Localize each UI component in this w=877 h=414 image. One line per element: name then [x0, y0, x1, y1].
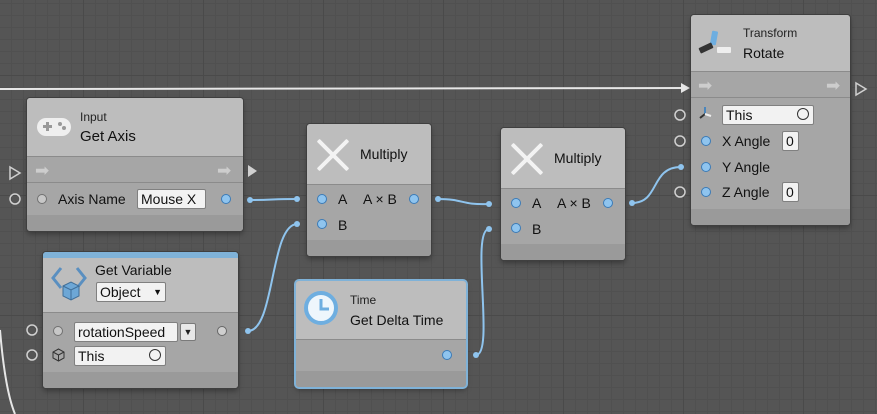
clock-icon	[304, 291, 338, 325]
multiply-icon	[510, 142, 544, 176]
input-a-port[interactable]	[511, 198, 521, 208]
cube-icon	[52, 348, 65, 362]
axis-name-label: Axis Name	[58, 191, 126, 207]
target-field[interactable]: This	[722, 105, 814, 125]
multiply-node-1[interactable]: Multiply A A × B B	[307, 124, 431, 256]
input-b-port[interactable]	[511, 223, 521, 233]
target-field[interactable]: This	[74, 346, 166, 366]
node-title: Multiply	[360, 146, 408, 162]
axis-name-port[interactable]	[37, 194, 47, 204]
input-a-port[interactable]	[317, 194, 327, 204]
delta-time-out-port[interactable]	[442, 350, 452, 360]
node-title: Get Delta Time	[350, 312, 444, 328]
wire-deltatime-to-multiply2-b	[475, 228, 490, 356]
flow-out-port[interactable]	[248, 165, 257, 177]
x-angle-label: X Angle	[722, 133, 771, 149]
target-value: This	[78, 348, 105, 364]
input-a-label: A	[338, 191, 348, 207]
multiply-icon	[316, 138, 350, 172]
variable-name-port[interactable]	[53, 326, 63, 336]
rotate-node[interactable]: Transform Rotate ➡ ➡ This X Angle 0 Y An…	[691, 15, 850, 225]
target-picker-icon[interactable]	[797, 108, 809, 120]
chevron-down-icon: ▼	[153, 287, 162, 297]
transform-axes-icon	[698, 30, 731, 54]
y-angle-label: Y Angle	[722, 159, 771, 175]
output-port[interactable]	[409, 194, 419, 204]
node-category: Input	[80, 110, 107, 124]
flow-out-arrow[interactable]: ➡	[826, 77, 840, 94]
flow-wire	[0, 87, 689, 90]
node-title: Multiply	[554, 150, 602, 166]
node-category: Transform	[743, 26, 798, 40]
flow-in-arrow[interactable]: ➡	[698, 77, 712, 94]
variable-name-dropdown-button[interactable]: ▼	[180, 323, 196, 341]
target-picker-icon[interactable]	[149, 349, 161, 361]
input-b-port[interactable]	[317, 219, 327, 229]
z-angle-label: Z Angle	[722, 184, 770, 200]
target-value: This	[726, 107, 753, 123]
z-angle-field[interactable]: 0	[782, 182, 799, 202]
flow-in-arrow[interactable]: ➡	[35, 162, 49, 179]
output-port[interactable]	[603, 198, 613, 208]
get-delta-time-node[interactable]: Time Get Delta Time	[296, 281, 466, 387]
output-label: A × B	[363, 191, 397, 207]
wire-axis-to-multiply1-a	[249, 198, 298, 201]
z-angle-port[interactable]	[701, 187, 711, 197]
wire-multiply1-to-multiply2-a	[437, 198, 490, 206]
axis-value-out-port[interactable]	[221, 194, 231, 204]
node-title: Get Axis	[80, 128, 136, 145]
y-angle-port[interactable]	[701, 162, 711, 172]
node-title: Rotate	[743, 45, 785, 61]
variable-name-field[interactable]: rotationSpeed	[74, 322, 178, 342]
input-a-label: A	[532, 195, 542, 211]
x-angle-port[interactable]	[701, 136, 711, 146]
get-variable-node[interactable]: Get Variable Object ▼ rotationSpeed ▼ Th…	[43, 252, 238, 388]
variable-icon	[51, 267, 87, 301]
node-title: Get Variable	[95, 262, 172, 278]
input-b-label: B	[532, 221, 542, 237]
node-category: Time	[350, 293, 377, 307]
wire-speed-to-multiply1-b	[247, 223, 298, 332]
variable-kind-dropdown[interactable]: Object ▼	[96, 282, 166, 302]
axis-name-field[interactable]: Mouse X	[137, 189, 206, 209]
x-angle-field[interactable]: 0	[782, 131, 799, 151]
multiply-node-2[interactable]: Multiply A A × B B	[501, 128, 625, 260]
wire-multiply2-to-rotate-y	[631, 166, 682, 204]
variable-value-out-port[interactable]	[217, 326, 227, 336]
flow-out-arrow[interactable]: ➡	[217, 162, 231, 179]
input-b-label: B	[338, 217, 348, 233]
transform-small-icon	[699, 107, 712, 119]
variable-kind-value: Object	[100, 284, 141, 300]
get-axis-node[interactable]: Input Get Axis ➡ ➡ Axis Name Mouse X	[27, 98, 243, 231]
output-label: A × B	[557, 195, 591, 211]
gamepad-icon	[37, 118, 71, 136]
